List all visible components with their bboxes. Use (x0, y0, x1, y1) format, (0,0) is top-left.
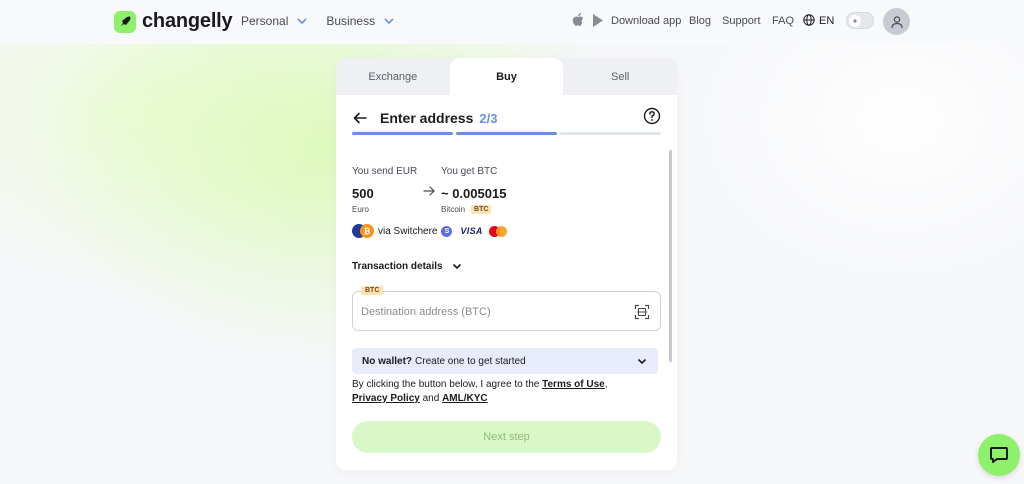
top-header: changelly Personal Business Download app… (0, 0, 1024, 44)
visa-logo: VISA (460, 226, 483, 236)
question-circle-icon[interactable] (643, 107, 661, 125)
progress-segment (560, 132, 661, 135)
brand-name: changelly (142, 10, 233, 32)
brand-logo[interactable]: changelly (114, 10, 233, 33)
bitcoin-icon: ₿ (360, 224, 374, 238)
blog-link[interactable]: Blog (689, 15, 711, 27)
step-progress (352, 132, 661, 135)
get-amount: ~ 0.005015 (441, 186, 507, 201)
legal-agreement: By clicking the button below, I agree to… (352, 379, 608, 404)
theme-toggle[interactable] (846, 12, 874, 29)
nav-business[interactable]: Business (326, 14, 395, 28)
support-link[interactable]: Support (722, 15, 761, 27)
get-currency-name: Bitcoin BTC (441, 205, 506, 214)
apple-icon[interactable] (572, 13, 584, 27)
mode-tabs: Exchange Buy Sell (336, 58, 677, 95)
step-title: Enter address (380, 110, 474, 126)
send-currency-name: Euro (352, 205, 369, 214)
payment-provider: ₿ via Switchere S VISA (352, 224, 507, 238)
tab-buy[interactable]: Buy (449, 58, 564, 95)
scrollbar-thumb[interactable] (669, 150, 672, 362)
user-icon (890, 15, 903, 28)
chevron-down-icon (637, 358, 647, 365)
send-label: You send EUR (352, 166, 418, 177)
qr-scan-icon[interactable] (634, 304, 650, 320)
send-amount: 500 (352, 186, 374, 201)
no-wallet-banner[interactable]: No wallet? Create one to get started (352, 348, 658, 374)
tab-exchange[interactable]: Exchange (336, 58, 450, 95)
globe-icon[interactable] (803, 14, 815, 26)
user-avatar[interactable] (883, 8, 910, 35)
faq-link[interactable]: FAQ (772, 15, 794, 27)
currency-pair-icon: ₿ (352, 224, 374, 238)
btc-tag: BTC (471, 205, 492, 214)
chevron-down-icon (384, 18, 394, 25)
next-step-button[interactable]: Next step (352, 421, 661, 453)
chat-bubble-icon[interactable] (978, 434, 1020, 476)
arrow-left-icon[interactable] (352, 110, 368, 126)
provider-name: via Switchere (378, 225, 438, 237)
primary-nav: Personal Business (241, 14, 395, 28)
tab-sell[interactable]: Sell (563, 58, 677, 95)
download-app-link[interactable]: Download app (611, 15, 681, 27)
language-selector[interactable]: EN (819, 15, 834, 27)
get-column: You get BTC ~ 0.005015 Bitcoin BTC (441, 166, 506, 214)
step-header: Enter address 2/3 (352, 106, 661, 130)
send-column: You send EUR 500 Euro (352, 166, 417, 214)
get-label: You get BTC (441, 166, 498, 177)
destination-address-input[interactable] (361, 303, 621, 321)
step-counter: 2/3 (479, 110, 498, 126)
mastercard-icon (488, 225, 507, 237)
nav-personal[interactable]: Personal (241, 14, 308, 28)
chevron-down-icon (297, 18, 307, 25)
chevron-down-icon (452, 263, 461, 270)
google-play-icon[interactable] (592, 14, 604, 27)
progress-segment (352, 132, 453, 135)
arrow-right-icon (423, 186, 435, 196)
transaction-details-toggle[interactable]: Transaction details (352, 260, 463, 272)
destination-address-field: BTC (352, 286, 661, 331)
amount-summary: You send EUR 500 Euro You get BTC ~ 0.00… (352, 166, 652, 216)
sun-icon (849, 15, 861, 27)
progress-segment (456, 132, 557, 135)
privacy-policy-link[interactable]: Privacy Policy (352, 393, 420, 404)
address-currency-tag: BTC (361, 286, 384, 295)
buy-widget: Exchange Buy Sell Enter address 2/3 You … (336, 58, 677, 470)
terms-of-use-link[interactable]: Terms of Use (542, 379, 605, 390)
switchere-icon: S (441, 225, 453, 237)
rocket-icon (114, 10, 136, 33)
aml-kyc-link[interactable]: AML/KYC (442, 393, 488, 404)
